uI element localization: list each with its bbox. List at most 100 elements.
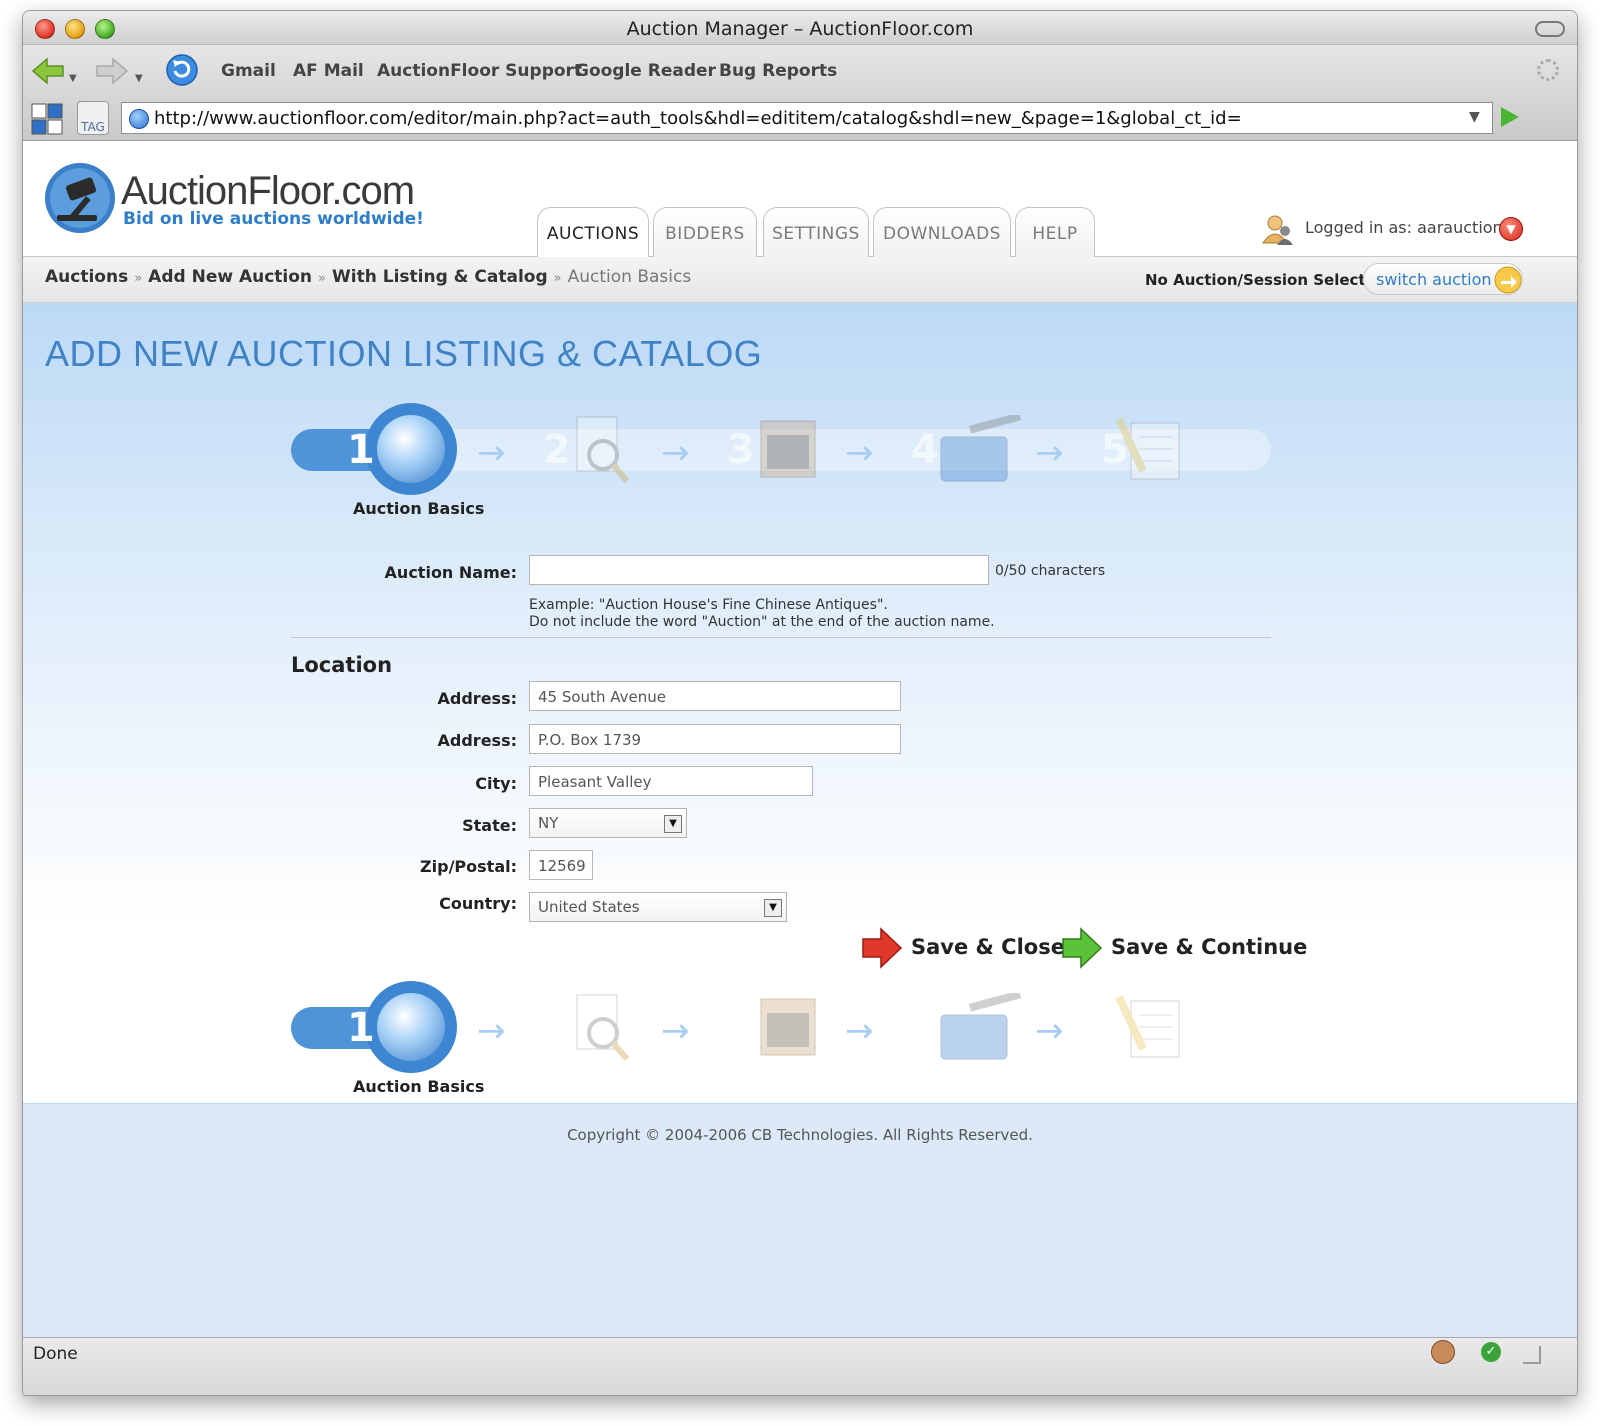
magnifier-document-icon (576, 994, 630, 1061)
url-history-dropdown-icon[interactable]: ▼ (1469, 109, 1480, 125)
credit-card-icon (940, 415, 1022, 482)
bookmark-google-reader[interactable]: Google Reader (575, 61, 716, 81)
logged-in-label: Logged in as: aarauctions (1305, 218, 1512, 237)
step-arrow-icon: → (661, 433, 690, 473)
grid-icon[interactable] (31, 103, 63, 135)
site-header: AuctionFloor.com Bid on live auctions wo… (23, 141, 1577, 258)
green-arrow-icon[interactable] (1061, 927, 1103, 969)
bookmark-bug-reports[interactable]: Bug Reports (719, 61, 837, 81)
address-toolbar: TAG http://www.auctionfloor.com/editor/m… (23, 95, 1577, 141)
logo-text[interactable]: AuctionFloor.com (121, 169, 415, 214)
address2-input[interactable]: P.O. Box 1739 (529, 724, 901, 754)
step-arrow-icon: → (845, 1011, 874, 1051)
state-label: State: (462, 816, 517, 835)
zip-label: Zip/Postal: (420, 857, 517, 876)
globe-icon (377, 415, 445, 483)
auction-name-label: Auction Name: (384, 563, 517, 582)
check-icon[interactable]: ✓ (1481, 1342, 1501, 1362)
logo-tagline: Bid on live auctions worldwide! (123, 209, 424, 229)
chevron-down-icon[interactable]: ▼ (764, 899, 782, 917)
address2-label: Address: (437, 731, 517, 750)
step-current-label: Auction Basics (353, 499, 485, 518)
bookmarks-toolbar: ▼ ▼ Gmail AF Mail AuctionFloor Support G… (23, 45, 1577, 95)
breadcrumb-bar: Auctions » Add New Auction » With Listing & … (23, 257, 1577, 303)
tab-bidders[interactable]: BIDDERS (653, 207, 757, 257)
city-label: City: (475, 774, 517, 793)
step-arrow-icon: → (477, 433, 506, 473)
catalog-box-icon (760, 420, 816, 478)
city-input[interactable]: Pleasant Valley (529, 766, 813, 796)
back-arrow-icon[interactable] (31, 57, 65, 85)
step-number-1: 1 (347, 1005, 375, 1051)
tab-downloads[interactable]: DOWNLOADS (873, 207, 1011, 257)
tab-settings[interactable]: SETTINGS (763, 207, 869, 257)
copyright-text: Copyright © 2004-2006 CB Technologies. A… (567, 1126, 1033, 1144)
toolbar-toggle-button[interactable] (1535, 21, 1565, 37)
chevron-down-icon[interactable]: ▼ (664, 815, 682, 833)
switch-arrow-icon[interactable] (1493, 265, 1523, 295)
location-section-title: Location (291, 653, 393, 677)
go-arrow-icon[interactable] (1501, 107, 1519, 127)
breadcrumb: Auctions » Add New Auction » With Listing & … (45, 267, 691, 287)
step-arrow-icon: → (1035, 433, 1064, 473)
tag-label: TAG (81, 120, 105, 134)
red-arrow-icon[interactable] (861, 927, 903, 969)
resize-grip-icon[interactable] (1523, 1346, 1541, 1364)
user-icon (1262, 215, 1293, 245)
listing-pencil-icon (1115, 417, 1180, 480)
step-current-label: Auction Basics (353, 1077, 485, 1096)
bookmark-af-mail[interactable]: AF Mail (293, 61, 364, 81)
tag-icon[interactable]: TAG (77, 101, 109, 135)
section-divider (291, 637, 1271, 638)
tab-auctions[interactable]: AUCTIONS (537, 207, 649, 258)
step-arrow-icon: → (1035, 1011, 1064, 1051)
browser-window: Auction Manager – AuctionFloor.com ▼ ▼ G… (22, 10, 1578, 1396)
magnifier-document-icon (576, 416, 630, 483)
tab-help[interactable]: HELP (1015, 207, 1095, 257)
credit-card-icon (940, 993, 1022, 1060)
window-title: Auction Manager – AuctionFloor.com (626, 18, 974, 40)
globe-icon (129, 109, 149, 129)
forward-arrow-icon[interactable] (95, 57, 129, 85)
forward-history-dropdown-icon[interactable]: ▼ (135, 73, 143, 84)
country-label: Country: (439, 894, 517, 913)
breadcrumb-with-listing-catalog[interactable]: With Listing & Catalog (332, 267, 548, 287)
main-content: ADD NEW AUCTION LISTING & CATALOG 1 → 2 … (23, 303, 1577, 1111)
country-select[interactable]: United States ▼ (529, 892, 787, 922)
state-selected-value: NY (538, 814, 559, 832)
globe-icon (377, 993, 445, 1061)
breadcrumb-add-new-auction[interactable]: Add New Auction (148, 267, 312, 287)
step-number-2: 2 (543, 427, 571, 473)
breadcrumb-auctions[interactable]: Auctions (45, 267, 128, 287)
state-select[interactable]: NY ▼ (529, 808, 687, 838)
bookmark-gmail[interactable]: Gmail (221, 61, 276, 81)
breadcrumb-separator: » (318, 271, 327, 286)
step-number-4: 4 (911, 427, 939, 473)
char-count: 0/50 characters (995, 563, 1106, 579)
save-close-button[interactable]: Save & Close (911, 935, 1065, 959)
address1-label: Address: (437, 689, 517, 708)
save-continue-button[interactable]: Save & Continue (1111, 935, 1307, 959)
auction-name-input[interactable] (529, 555, 989, 585)
gavel-logo-icon[interactable] (43, 161, 117, 235)
browser-status-bar: Done ✓ (23, 1337, 1577, 1395)
step-number-2: 2 (543, 1005, 571, 1051)
back-history-dropdown-icon[interactable]: ▼ (69, 73, 77, 84)
logout-icon[interactable]: ▼ (1499, 217, 1523, 241)
breadcrumb-separator: » (553, 271, 562, 286)
greasemonkey-icon[interactable] (1431, 1340, 1455, 1364)
switch-auction-label: switch auction (1376, 270, 1492, 289)
country-selected-value: United States (538, 898, 640, 916)
step-number-1: 1 (347, 427, 375, 473)
bookmark-auctionfloor-support[interactable]: AuctionFloor Support (377, 61, 582, 81)
listing-pencil-icon (1115, 995, 1180, 1058)
reload-icon[interactable] (165, 53, 199, 87)
page-title: ADD NEW AUCTION LISTING & CATALOG (45, 333, 763, 374)
step-arrow-icon: → (661, 1011, 690, 1051)
status-text: Done (33, 1344, 78, 1364)
address1-input[interactable]: 45 South Avenue (529, 681, 901, 711)
zip-input[interactable]: 12569 (529, 850, 593, 880)
session-status: No Auction/Session Selected (1145, 271, 1387, 289)
auction-name-hint-rule: Do not include the word "Auction" at the… (529, 614, 995, 630)
url-input[interactable]: http://www.auctionfloor.com/editor/main.… (121, 102, 1493, 134)
